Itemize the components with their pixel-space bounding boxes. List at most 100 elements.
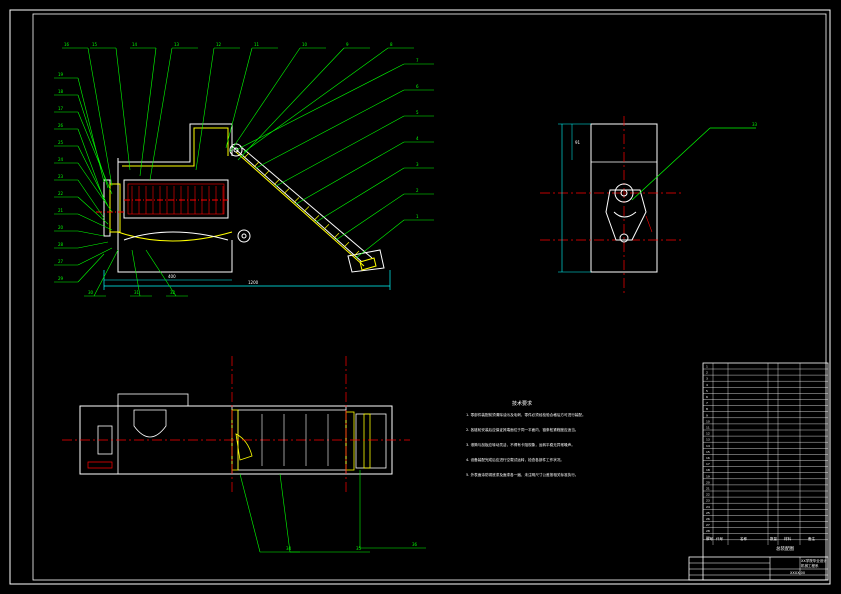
callout-number: 1 [416,214,419,219]
drawing-number: XXXX-00 [790,571,805,575]
conveyor-flight [353,250,360,257]
parts-row-index: 20 [706,480,710,484]
front-length-dimension: 1200 [248,280,259,285]
callout-number: 26 [58,123,64,128]
callout-number: 6 [416,84,419,89]
callout-number: 25 [58,140,64,145]
parts-row-index: 10 [706,419,710,423]
parts-row-index: 13 [706,438,710,442]
callout-number: 7 [416,58,419,63]
tech-req-title: 技术要求 [512,400,532,407]
parts-row-index: 12 [706,432,710,436]
conveyor-flight [333,232,340,239]
conveyor-flight [273,179,280,185]
parts-row-index: 5 [706,389,708,393]
conveyor-flight [253,161,260,168]
tech-req-item: 3. 滚筒与刮板应转动灵活，不得有卡阻现象，运转平稳无异常噪声。 [466,442,575,447]
parts-row-index: 24 [706,505,710,509]
tech-req-item: 5. 外表面涂防锈底漆及面漆各一遍，未注明尺寸公差按相关标准执行。 [466,472,578,477]
callout-number: 23 [58,174,64,179]
callout-number: 20 [58,225,64,230]
callout-number: 9 [346,42,349,47]
parts-row-index: 17 [706,462,710,466]
parts-column-header: 备注 [808,536,816,541]
conveyor-flight [343,241,350,248]
parts-row-index: 19 [706,474,710,478]
parts-row-index: 8 [706,407,708,411]
title-block: 1234567891011121314151617181920212223242… [688,362,829,581]
callout-number: 27 [58,259,64,264]
callout-number: 21 [58,208,64,213]
callout-number: 8 [390,42,393,47]
parts-row-index: 4 [706,383,708,387]
callout-number: 29 [58,276,64,281]
callout-number: 11 [254,42,260,47]
side-view-callout: 33 [752,122,758,127]
callout-number: 34 [286,546,292,551]
front-width-dimension: 400 [168,274,176,279]
callout-number: 14 [132,42,138,47]
parts-column-header: 材料 [784,536,792,541]
plan-view [62,356,410,494]
cad-drawing-canvas: 1200 400 16 15 14 13 12 11 10 9 8191817262524232… [9,9,831,585]
callout-number: 19 [58,72,64,77]
parts-column-header: 代号 [716,536,724,541]
parts-row-index: 15 [706,450,710,454]
callout-number: 28 [58,242,64,247]
tech-req-item: 4. 设备装配完成后应进行空载试运转，检查各部件工作状况。 [466,457,564,462]
conveyor-flight [313,215,320,221]
callout-number: 36 [412,542,418,547]
callout-number: 18 [58,89,64,94]
callout-number: 30 [88,290,94,295]
callout-number: 10 [302,42,308,47]
callout-number: 31 [134,290,140,295]
front-view-callouts: 16 15 14 13 12 11 10 9 8191817262524232221202827… [54,42,434,297]
company-line-1: XX学院毕业设计 [801,558,827,563]
callout-number: 4 [416,136,419,141]
parts-row-index: 22 [706,493,710,497]
callout-number: 2 [416,188,419,193]
parts-row-index: 3 [706,377,708,381]
callout-number: 22 [58,191,64,196]
parts-row-index: 14 [706,444,710,448]
side-height-dimension: 91 [575,140,581,145]
parts-row-index: 16 [706,456,710,460]
tech-req-item: 1. 零部件装配前须清除油污及毛刺，零件必须经检验合格后方可进行装配。 [466,412,586,417]
parts-column-header: 序号 [706,536,714,541]
parts-row-index: 7 [706,401,708,405]
conveyor-flight [293,197,300,203]
callout-number: 16 [64,42,70,47]
callout-number: 15 [92,42,98,47]
parts-column-header: 数量 [770,536,778,541]
callout-number: 32 [170,290,176,295]
callout-number: 3 [416,162,419,167]
conveyor-flight [303,206,310,212]
parts-row-index: 2 [706,371,708,375]
parts-row-index: 6 [706,395,708,399]
front-view: 1200 400 [96,123,391,290]
parts-row-index: 9 [706,413,708,417]
parts-row-index: 25 [706,511,710,515]
parts-row-index: 1 [706,365,708,369]
plan-view-callouts: 34 35 36 [239,470,426,553]
callout-number: 17 [58,106,64,111]
parts-row-index: 28 [706,529,710,533]
parts-row-index: 11 [706,426,710,430]
callout-number: 35 [356,546,362,551]
parts-row-index: 27 [706,523,710,527]
technical-requirements: 技术要求 1. 零部件装配前须清除油污及毛刺，零件必须经检验合格后方可进行装配。… [466,400,586,477]
conveyor-flight [243,152,250,159]
conveyor-flight [323,224,330,230]
callout-number: 13 [174,42,180,47]
drawing-title: 总装配图 [776,545,794,552]
conveyor-flight [263,170,270,177]
callout-number: 12 [216,42,222,47]
parts-row-index: 23 [706,499,710,503]
conveyor-flight [283,188,290,194]
tech-req-item: 2. 各链轮安装后应保证其端面位于同一平面内，链条松紧程度应适当。 [466,427,578,432]
parts-row-index: 18 [706,468,710,472]
side-view: 91 33 [540,116,758,296]
company-line-2: 机械工程系 [801,563,819,568]
parts-column-header: 名称 [740,536,748,541]
parts-row-index: 26 [706,517,710,521]
